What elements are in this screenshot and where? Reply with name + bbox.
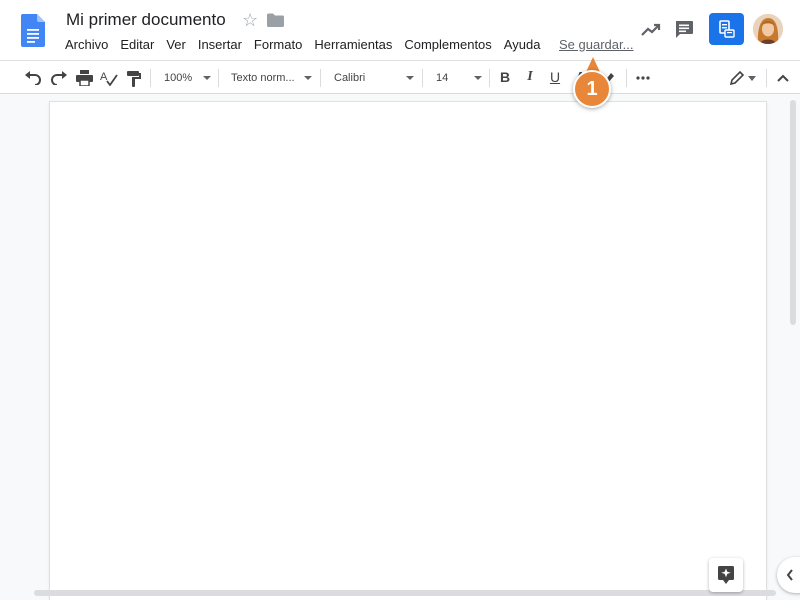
formatting-toolbar: A 100% Texto norm... Calibri 14 B I U A <box>0 60 800 94</box>
horizontal-scrollbar[interactable] <box>34 590 776 596</box>
toolbar-separator <box>422 69 423 87</box>
chevron-up-icon[interactable] <box>773 68 793 88</box>
explore-icon <box>718 566 734 584</box>
paragraph-style-value: Texto norm... <box>231 72 295 84</box>
star-icon[interactable]: ☆ <box>242 11 258 29</box>
menu-archivo[interactable]: Archivo <box>59 35 114 55</box>
undo-icon[interactable] <box>23 68 43 88</box>
user-avatar[interactable] <box>753 14 783 44</box>
step-callout: 1 <box>573 70 611 108</box>
docs-logo-icon[interactable] <box>21 14 45 47</box>
toolbar-separator <box>320 69 321 87</box>
bold-button[interactable]: B <box>495 67 515 87</box>
comments-icon[interactable] <box>673 18 695 40</box>
chevron-down-icon <box>203 76 211 80</box>
toolbar-separator <box>626 69 627 87</box>
zoom-select[interactable]: 100% <box>164 69 211 87</box>
document-canvas <box>0 95 800 600</box>
menu-complementos[interactable]: Complementos <box>398 35 497 55</box>
explore-button[interactable] <box>709 558 743 592</box>
editing-mode-pencil-icon[interactable] <box>727 68 747 88</box>
activity-trend-icon[interactable] <box>640 19 662 41</box>
menu-ver[interactable]: Ver <box>160 35 192 55</box>
menu-bar: Archivo Editar Ver Insertar Formato Herr… <box>59 35 546 55</box>
underline-button[interactable]: U <box>545 67 565 87</box>
document-title[interactable]: Mi primer documento <box>66 10 226 30</box>
zoom-value: 100% <box>164 72 193 84</box>
avatar-photo-icon <box>753 14 783 44</box>
redo-icon[interactable] <box>49 68 69 88</box>
print-icon[interactable] <box>74 68 94 88</box>
font-size-select[interactable]: 14 <box>436 69 482 87</box>
document-page[interactable] <box>50 102 766 600</box>
app-header: Mi primer documento ☆ Archivo Editar Ver… <box>0 0 800 60</box>
share-button[interactable] <box>709 13 744 45</box>
paint-format-icon[interactable] <box>124 68 144 88</box>
chevron-down-icon <box>304 76 312 80</box>
menu-insertar[interactable]: Insertar <box>192 35 248 55</box>
font-value: Calibri <box>334 72 366 84</box>
folder-icon[interactable] <box>267 13 284 27</box>
font-select[interactable]: Calibri <box>334 69 414 87</box>
menu-ayuda[interactable]: Ayuda <box>498 35 547 55</box>
paragraph-style-select[interactable]: Texto norm... <box>231 69 312 87</box>
chevron-down-icon[interactable] <box>745 68 759 88</box>
menu-editar[interactable]: Editar <box>114 35 160 55</box>
menu-herramientas[interactable]: Herramientas <box>308 35 398 55</box>
toolbar-separator <box>218 69 219 87</box>
chevron-down-icon <box>406 76 414 80</box>
save-status[interactable]: Se guardar... <box>559 37 633 52</box>
toolbar-separator <box>766 69 767 87</box>
more-options-icon[interactable] <box>633 68 653 88</box>
share-lock-icon <box>719 20 735 38</box>
toolbar-separator <box>489 69 490 87</box>
font-size-value: 14 <box>436 72 449 84</box>
chevron-down-icon <box>474 76 482 80</box>
italic-button[interactable]: I <box>520 67 540 87</box>
spellcheck-icon[interactable]: A <box>99 68 119 88</box>
toolbar-separator <box>150 69 151 87</box>
menu-formato[interactable]: Formato <box>248 35 308 55</box>
chevron-left-icon <box>786 569 793 581</box>
vertical-scrollbar[interactable] <box>790 100 796 325</box>
